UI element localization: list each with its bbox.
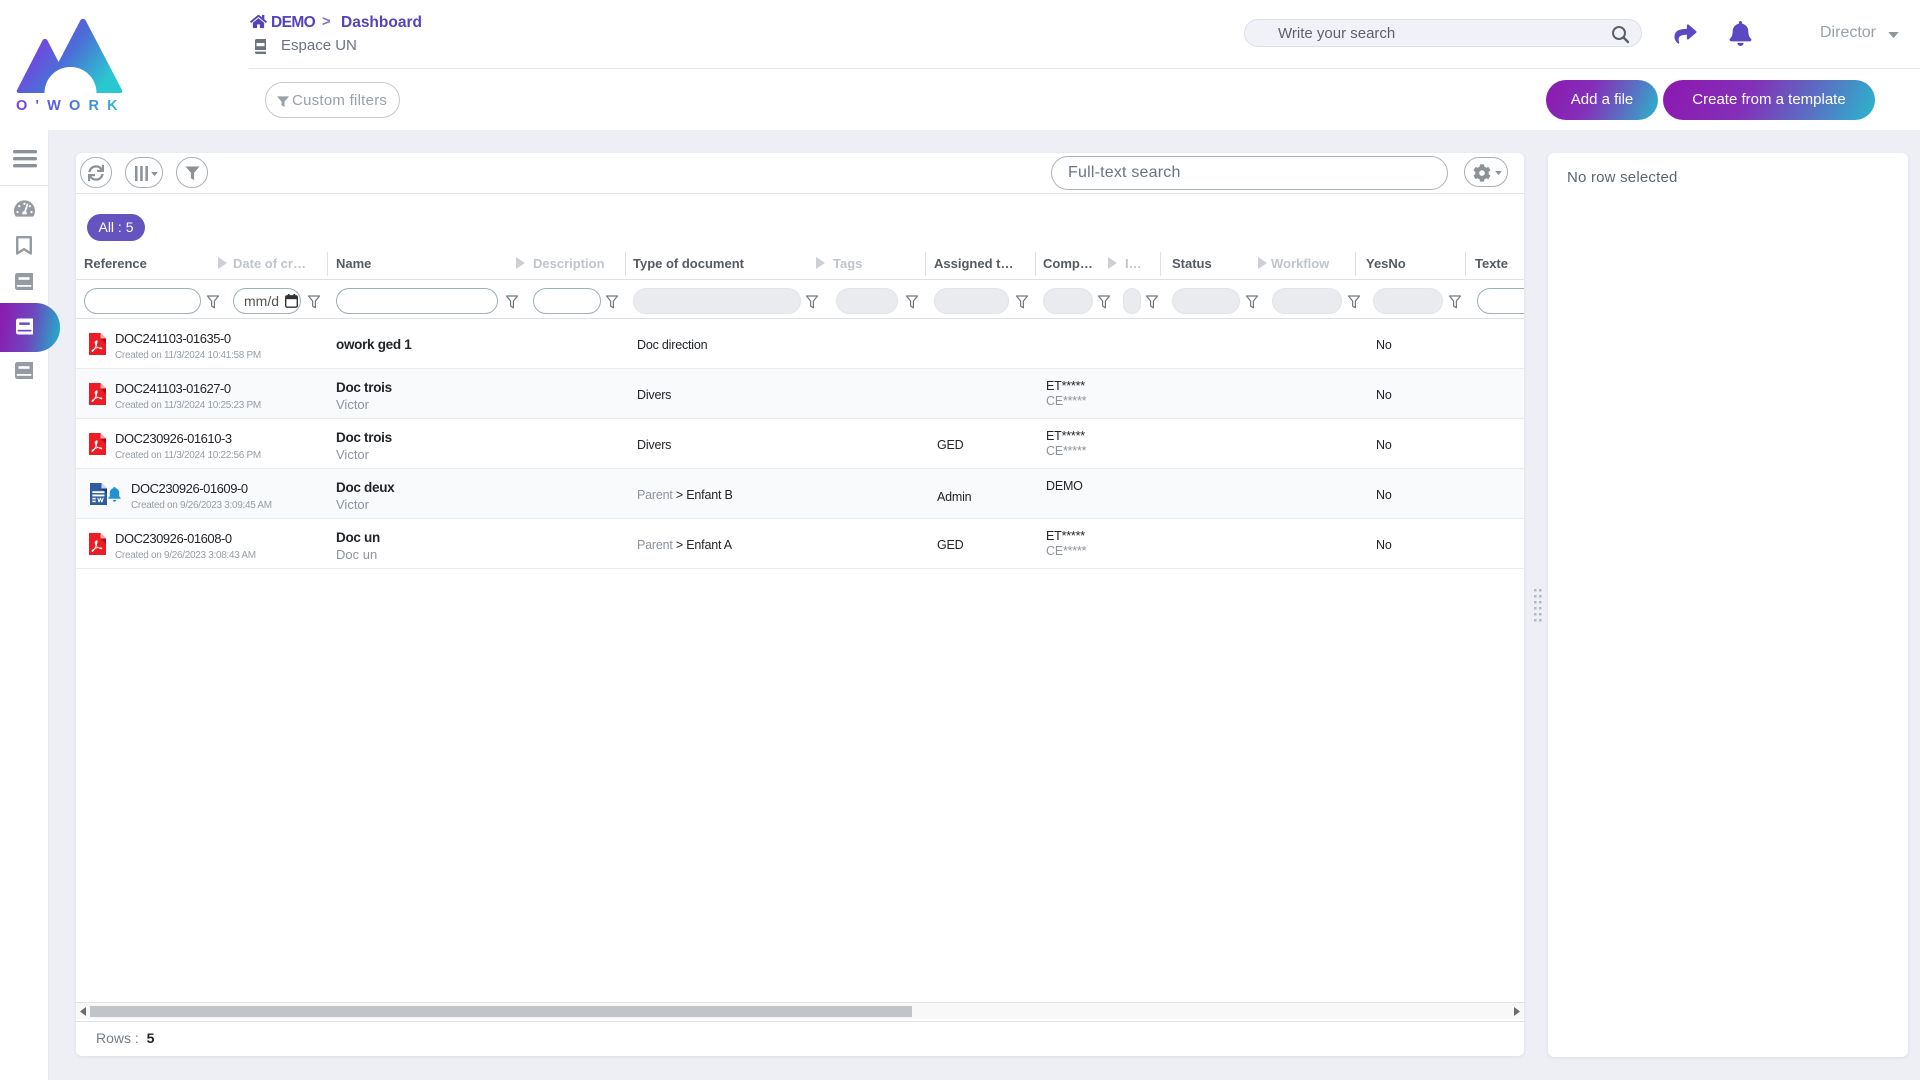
- svg-text:O'WORK: O'WORK: [16, 98, 126, 114]
